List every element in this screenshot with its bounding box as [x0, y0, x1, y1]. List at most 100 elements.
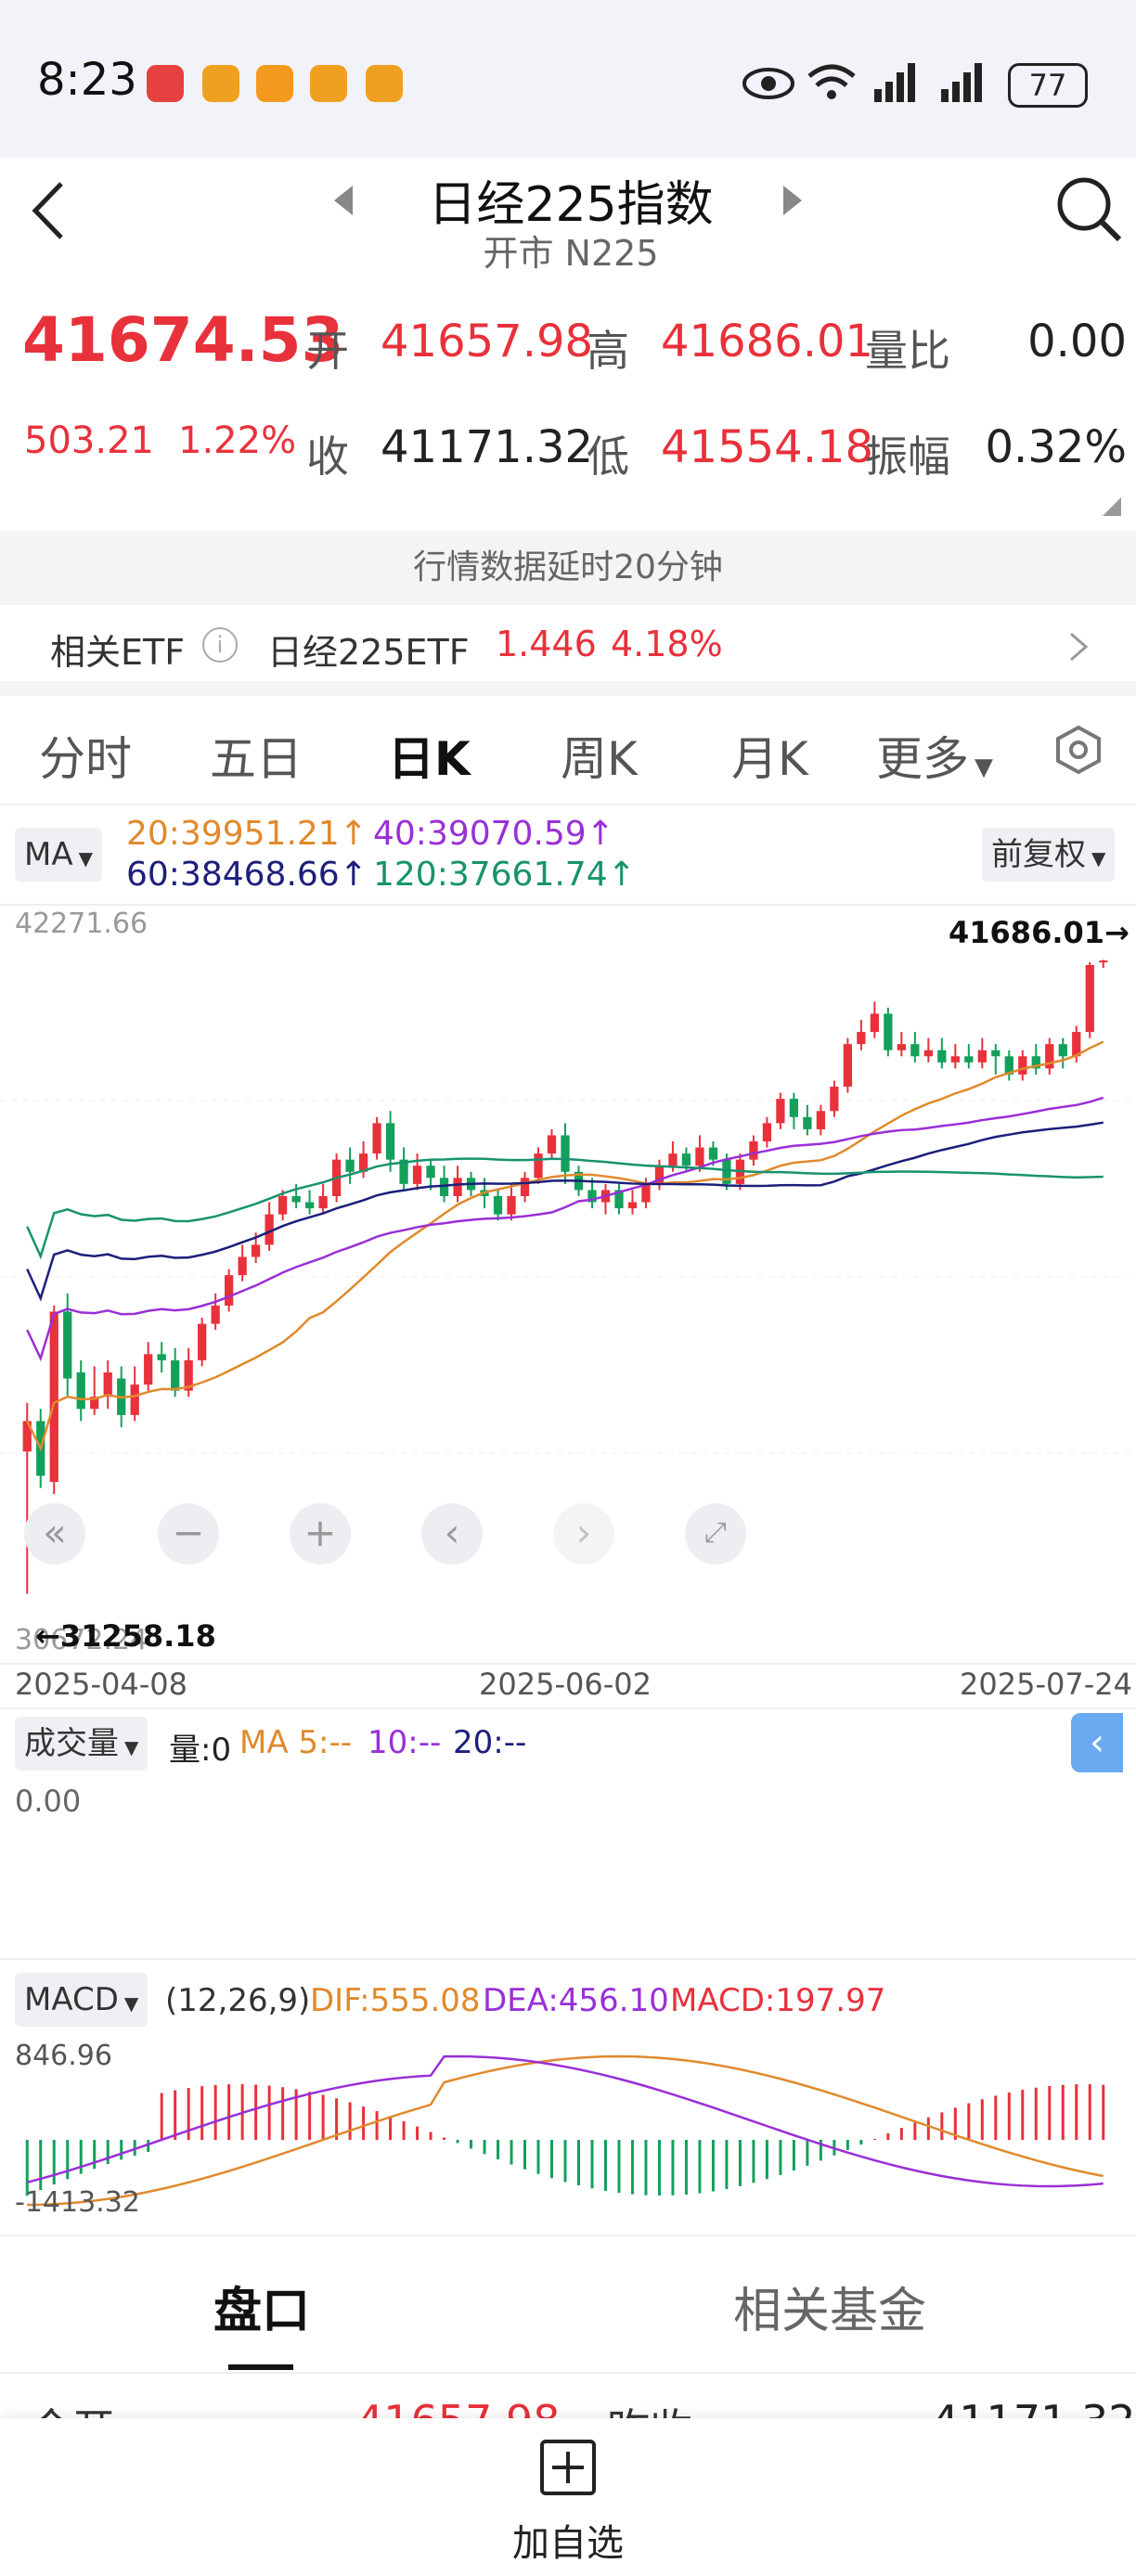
collapse-panel-button[interactable]: ‹	[1071, 1713, 1123, 1772]
candle-body	[171, 1359, 180, 1391]
etf-row[interactable]: 相关ETF i 日经225ETF 1.446 4.18%	[0, 607, 1136, 681]
candle-body	[1099, 960, 1108, 963]
add-watchlist-button[interactable]	[531, 2439, 605, 2500]
ma40-value: 40:39070.59↑	[373, 815, 614, 853]
zoom-in-button[interactable]: +	[290, 1503, 351, 1565]
tab-order-book[interactable]: 盘口	[213, 2272, 310, 2341]
adjust-label: 前复权	[991, 836, 1086, 873]
settings-hexagon-icon[interactable]	[1052, 724, 1104, 776]
tab-five-day[interactable]: 五日	[210, 722, 303, 789]
volume-selector-label: 成交量	[24, 1725, 119, 1762]
low-label: 低	[587, 431, 629, 482]
back-icon[interactable]	[24, 178, 71, 243]
info-icon[interactable]: i	[202, 627, 238, 663]
scroll-right-button[interactable]: ›	[553, 1503, 614, 1565]
candle-body	[762, 1123, 772, 1142]
volume-ma20: 20:--	[453, 1724, 527, 1761]
macd-dea: DEA:456.10	[483, 1982, 669, 2019]
tab-weekly-k[interactable]: 周K	[561, 722, 638, 789]
tab-indicator	[228, 2364, 293, 2370]
candle-body	[238, 1256, 247, 1276]
candle-body	[412, 1166, 422, 1184]
candle-body	[345, 1159, 355, 1172]
candle-body	[776, 1099, 785, 1124]
close-label: 收	[306, 431, 349, 482]
weibo-icon	[310, 65, 347, 102]
candle-body	[547, 1135, 557, 1154]
candle-body	[695, 1147, 704, 1166]
prev-arrow-icon[interactable]	[330, 182, 356, 219]
battery-icon: 77	[1008, 63, 1088, 108]
candle-body	[789, 1099, 799, 1117]
candle-body	[816, 1111, 826, 1129]
candle-body	[1018, 1056, 1027, 1075]
candle-body	[520, 1178, 530, 1196]
candle-body	[144, 1354, 153, 1385]
candle-body	[225, 1275, 234, 1306]
ratio-label: 量比	[865, 326, 950, 376]
etf-label: 相关ETF	[50, 632, 186, 673]
tab-monthly-k[interactable]: 月K	[731, 722, 808, 789]
tab-related-funds[interactable]: 相关基金	[733, 2272, 926, 2341]
candle-body	[1085, 965, 1094, 1033]
candle-body	[668, 1153, 678, 1166]
high-label: 高	[587, 326, 629, 376]
divider	[0, 681, 1136, 696]
x-label-mid: 2025-06-02	[479, 1667, 652, 1702]
tab-daily-k[interactable]: 日K	[388, 722, 471, 789]
next-arrow-icon[interactable]	[780, 182, 806, 219]
candle-body	[749, 1141, 758, 1160]
weibo-icon	[366, 65, 403, 102]
ma120-value: 120:37661.74↑	[373, 856, 636, 894]
caret-down-icon: ▼	[78, 847, 93, 869]
x-label-end: 2025-07-24	[960, 1667, 1132, 1702]
caret-down-icon: ▼	[975, 753, 993, 781]
search-icon[interactable]	[1054, 173, 1125, 247]
rewind-button[interactable]: «	[24, 1503, 85, 1565]
scroll-left-button[interactable]: ‹	[421, 1503, 483, 1565]
etf-name: 日经225ETF	[267, 632, 470, 673]
candle-body	[910, 1044, 920, 1057]
fullscreen-button[interactable]: ⤢	[685, 1503, 746, 1565]
candle-body	[103, 1372, 112, 1397]
candle-body	[977, 1050, 987, 1063]
quote-detail-row: 今开 41657.98 昨收 41171.32	[0, 2374, 1136, 2420]
macd-bottom-label: -1413.32	[15, 2186, 140, 2219]
divider	[0, 1663, 1136, 1665]
macd-top-label: 846.96	[15, 2040, 112, 2072]
candle-body	[507, 1195, 516, 1215]
macd-selector[interactable]: MACD ▼	[15, 1973, 148, 2027]
volume-selector[interactable]: 成交量 ▼	[15, 1717, 148, 1771]
open-value: 41657.98	[381, 316, 594, 367]
caret-down-icon: ▼	[124, 1736, 139, 1758]
wifi-icon	[807, 64, 856, 99]
chevron-right-icon	[1070, 632, 1089, 662]
candle-body	[803, 1116, 812, 1129]
etf-pct: 4.18%	[611, 624, 723, 664]
eye-icon	[742, 68, 794, 99]
expand-corner-icon[interactable]	[1101, 496, 1123, 518]
signal-icon	[941, 63, 982, 102]
tab-more[interactable]: 更多 ▼	[876, 722, 993, 789]
macd-params: (12,26,9)	[165, 1982, 311, 2019]
add-watchlist-label: 加自选	[512, 2522, 624, 2565]
macd-dif: DIF:555.08	[310, 1982, 481, 2019]
open-label: 开	[306, 326, 349, 376]
app-icon	[147, 65, 184, 102]
ma-selector[interactable]: MA ▼	[15, 828, 102, 882]
candle-body	[385, 1123, 395, 1160]
tab-intraday[interactable]: 分时	[39, 722, 132, 789]
macd-value: MACD:197.97	[670, 1982, 886, 2019]
high-value: 41686.01	[661, 316, 874, 367]
adjust-selector[interactable]: 前复权 ▼	[982, 828, 1116, 882]
zoom-out-button[interactable]: −	[158, 1503, 219, 1565]
candle-body	[76, 1372, 85, 1410]
macd-chart	[25, 2054, 1105, 2207]
candle-body	[923, 1050, 933, 1057]
divider	[0, 1958, 1136, 1960]
prev-close-label: 昨收	[607, 2396, 692, 2420]
last-price: 41674.53	[22, 304, 344, 376]
candle-body	[198, 1323, 207, 1360]
x-label-start: 2025-04-08	[15, 1667, 187, 1702]
candle-body	[884, 1013, 893, 1050]
